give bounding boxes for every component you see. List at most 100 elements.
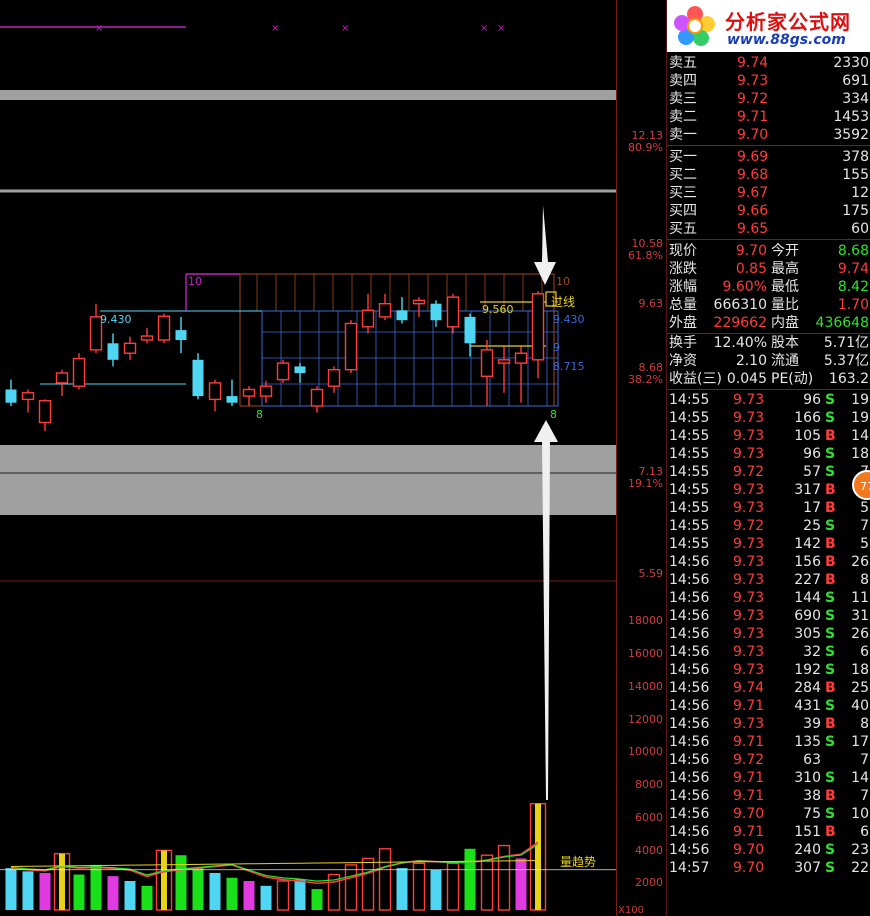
tick-count: 6: [860, 644, 869, 660]
stat-value: 163.2: [828, 371, 869, 387]
tick-row: 14:559.73317B5: [667, 481, 870, 499]
book-price: 9.72: [737, 91, 769, 107]
volume-bar: [53, 852, 71, 911]
volume-unit: X100: [618, 905, 644, 916]
bid-row[interactable]: 买四 9.66 175: [667, 202, 870, 220]
tick-count: 8: [860, 716, 869, 732]
volume-axis-label: 8000: [635, 778, 663, 791]
tick-count: 22: [851, 860, 869, 876]
tick-volume: 96: [803, 392, 821, 408]
bid-row[interactable]: 买二 9.68 155: [667, 166, 870, 184]
stat-label: PE(动): [771, 371, 814, 387]
tick-count: 23: [851, 842, 869, 858]
tick-row: 14:55 9.73 105 B 14: [667, 427, 870, 445]
tick-price: 9.73: [733, 572, 765, 588]
book-level-label: 买二: [669, 167, 697, 183]
tick-time: 14:55: [669, 446, 710, 462]
tick-volume: 305: [794, 626, 821, 642]
candle: [140, 328, 154, 344]
tick-row: 14:56 9.71 135 S 17: [667, 733, 870, 751]
volume-bar: [90, 864, 102, 910]
stat-value: 9.74: [837, 261, 869, 277]
brand-logo[interactable]: 分析家公式网 www.88gs.com: [667, 0, 870, 52]
level-8715-label: 8.715: [553, 360, 585, 373]
volume-bar: [243, 881, 255, 910]
bid-row[interactable]: 买三 9.67 12: [667, 184, 870, 202]
tick-direction: S: [825, 662, 836, 678]
tick-volume: 142: [794, 536, 821, 552]
down-arrow: [534, 205, 556, 285]
tick-price: 9.70: [733, 860, 765, 876]
tick-price: 9.73: [733, 392, 765, 408]
book-level-label: 买五: [669, 221, 697, 237]
tick-time: 14:56: [669, 680, 710, 696]
volume-bars: [0, 802, 616, 911]
tick-direction: S: [825, 734, 836, 750]
tick-count: 18: [851, 662, 869, 678]
stat-value: 5.37亿: [823, 353, 869, 369]
chart-area[interactable]: 10 8 9.430 9.560 9.430 9 8.715 10 8 过线 量趋势 × × × × ×: [0, 0, 616, 916]
ask-row[interactable]: 卖五 9.74 2330: [667, 54, 870, 72]
tick-volume: 105: [794, 428, 821, 444]
brand-url: www.88gs.com: [727, 32, 846, 48]
volume-bar: [378, 848, 392, 911]
stat-value: 666310: [713, 297, 767, 313]
stat-label: 现价: [669, 243, 697, 259]
tick-count: 14: [851, 428, 869, 444]
book-level-label: 卖五: [669, 55, 697, 71]
stat-value: 5.71亿: [823, 335, 869, 351]
ask-row[interactable]: 卖二 9.71 1453: [667, 108, 870, 126]
book-volume: 334: [842, 91, 869, 107]
stat-row: 涨跌 0.85 最高 9.74: [667, 260, 870, 278]
book-volume: 2330: [833, 55, 869, 71]
tick-volume: 317: [794, 482, 821, 498]
tick-volume: 144: [794, 590, 821, 606]
book-level-label: 卖四: [669, 73, 697, 89]
tick-time: 14:56: [669, 734, 710, 750]
tick-count: 18: [851, 446, 869, 462]
tick-row: 14:56 9.73 690 S 31: [667, 607, 870, 625]
candle: [72, 353, 86, 390]
ask-row[interactable]: 卖四 9.73 691: [667, 72, 870, 90]
candle: [107, 333, 119, 367]
candle: [5, 379, 17, 406]
candles: [5, 291, 545, 432]
ask-row[interactable]: 卖三 9.72 334: [667, 90, 870, 108]
tick-direction: S: [825, 590, 836, 606]
tick-price: 9.73: [733, 716, 765, 732]
book-volume: 155: [842, 167, 869, 183]
candle: [242, 386, 256, 406]
book-level-label: 卖三: [669, 91, 697, 107]
tick-time: 14:56: [669, 662, 710, 678]
book-price: 9.73: [737, 73, 769, 89]
tick-count: 8: [860, 572, 869, 588]
stat-value: 12.40%: [713, 335, 767, 351]
candle: [276, 359, 290, 383]
quote-panel: 分析家公式网 www.88gs.com 卖五 9.74 2330 卖四 9.73 691 卖…: [666, 0, 870, 916]
book-price: 9.71: [737, 109, 769, 125]
book-price: 9.67: [737, 185, 769, 201]
candle: [310, 386, 324, 413]
tick-price: 9.72: [733, 752, 765, 768]
candle: [123, 336, 137, 360]
stat-value: 0.045: [726, 371, 767, 387]
tick-direction: S: [825, 410, 836, 426]
bid-row[interactable]: 买五 9.65 60: [667, 220, 870, 238]
kline-chart[interactable]: 10 8 9.430 9.560 9.430 9 8.715 10 8 过线量趋势 × × × × ×: [0, 0, 616, 916]
tick-volume: 25: [803, 518, 821, 534]
ask-row[interactable]: 卖一 9.70 3592: [667, 126, 870, 144]
stat-row: 总量 666310 量比 1.70: [667, 296, 870, 314]
tick-price: 9.74: [733, 680, 765, 696]
book-volume: 60: [851, 221, 869, 237]
volume-bar: [480, 854, 494, 911]
tick-price: 9.73: [733, 446, 765, 462]
book-level-label: 买四: [669, 203, 697, 219]
volume-axis-label: 14000: [628, 680, 663, 693]
volume-bar: [124, 881, 136, 910]
stat-label: 外盘: [669, 315, 697, 331]
bid-row[interactable]: 买一 9.69 378: [667, 148, 870, 166]
tick-volume: 17: [803, 500, 821, 516]
tick-count: 14: [851, 770, 869, 786]
stat-value: 436648: [815, 315, 869, 331]
candle: [480, 340, 494, 406]
